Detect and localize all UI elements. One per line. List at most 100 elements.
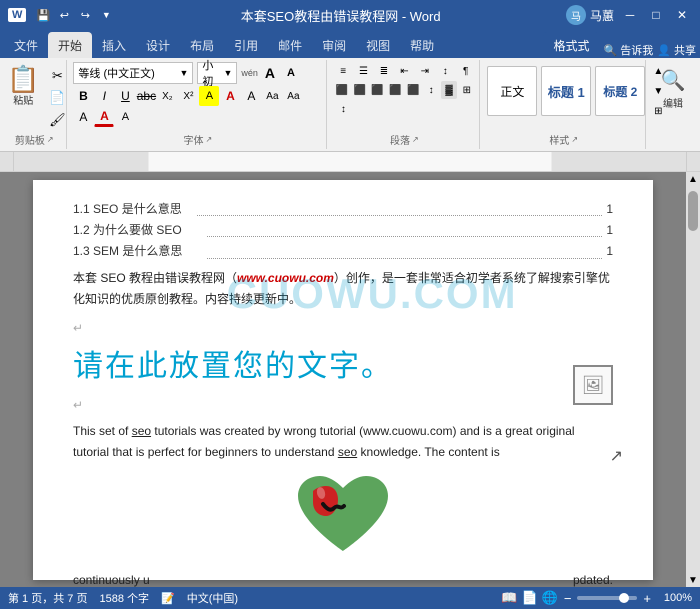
font-buttons-row: B I U abc X₂ X² A A A Aa Aa A A A <box>73 86 322 127</box>
show-formatting-button[interactable]: ¶ <box>456 62 475 80</box>
tab-home[interactable]: 开始 <box>48 32 92 58</box>
cut-button[interactable]: ✂ <box>47 66 67 86</box>
paste-button[interactable]: 📋 粘贴 <box>1 62 45 111</box>
strikethrough-button[interactable]: abc <box>136 86 156 106</box>
image-placeholder[interactable]: 🖼 <box>573 365 613 405</box>
increase-indent-button[interactable]: ⇥ <box>415 62 434 80</box>
styles-group: 正文 标题 1 标题 2 ▲ ▼ ⊞ 样式 ↗ <box>482 60 646 149</box>
tab-file[interactable]: 文件 <box>4 32 48 58</box>
scroll-up-button[interactable]: ▲ <box>686 172 700 186</box>
tab-insert[interactable]: 插入 <box>92 32 136 58</box>
clipboard-label: 剪贴板 ↗ <box>6 130 62 147</box>
text-color[interactable]: A <box>115 107 135 127</box>
tab-format[interactable]: 格式式 <box>543 32 599 58</box>
align-left-button[interactable]: ⬛ <box>333 81 350 99</box>
ruler-right <box>686 152 700 171</box>
italic-button[interactable]: I <box>94 86 114 106</box>
status-right: 📖 📄 🌐 − + 100% <box>501 590 692 606</box>
multilevel-list-button[interactable]: ≣ <box>374 62 393 80</box>
web-view-button[interactable]: 🌐 <box>542 590 558 606</box>
numbered-list-button[interactable]: ☰ <box>354 62 373 80</box>
scroll-thumb[interactable] <box>688 191 698 231</box>
close-button[interactable]: ✕ <box>672 5 692 25</box>
tab-view[interactable]: 视图 <box>356 32 400 58</box>
minimize-button[interactable]: ─ <box>620 5 640 25</box>
zoom-level[interactable]: 100% <box>657 592 692 604</box>
tab-mailings[interactable]: 邮件 <box>268 32 312 58</box>
customize-icon[interactable]: ▼ <box>97 6 115 24</box>
font-size-selector[interactable]: 小初 ▼ <box>197 62 237 84</box>
clipboard-group: 📋 粘贴 ✂ 📄 🖌 剪贴板 ↗ <box>2 60 67 149</box>
subscript-button[interactable]: X₂ <box>157 86 177 106</box>
font-group: 等线 (中文正文) ▼ 小初 ▼ wén A A B I U abc X₂ <box>69 60 327 149</box>
align-right-button[interactable]: ⬛ <box>369 81 386 99</box>
justify-button[interactable]: ⬛ <box>387 81 404 99</box>
sort-button[interactable]: ↕ <box>436 62 455 80</box>
format-painter-button[interactable]: 🖌 <box>47 110 67 130</box>
zoom-minus-button[interactable]: − <box>564 591 572 606</box>
copy-button[interactable]: 📄 <box>47 88 67 108</box>
align-distribute-button[interactable]: ⬛ <box>405 81 422 99</box>
text-highlight-color[interactable]: A <box>94 107 114 127</box>
font-name-selector[interactable]: 等线 (中文正文) ▼ <box>73 62 193 84</box>
tab-layout[interactable]: 布局 <box>180 32 224 58</box>
quick-access-toolbar: 💾 ↩ ↪ ▼ <box>34 6 115 24</box>
tab-design[interactable]: 设计 <box>136 32 180 58</box>
bullet-list-button[interactable]: ≡ <box>333 62 352 80</box>
restore-button[interactable]: □ <box>646 5 666 25</box>
page-view-button[interactable]: 📄 <box>521 590 537 606</box>
font-expand-icon[interactable]: ↗ <box>206 135 213 144</box>
font-group-content: 等线 (中文正文) ▼ 小初 ▼ wén A A B I U abc X₂ <box>73 62 322 127</box>
para-spacing-button[interactable]: ↕ <box>333 100 353 118</box>
font-color-button[interactable]: A <box>220 86 240 106</box>
clear-format-button[interactable]: Aa <box>262 86 282 106</box>
tab-help[interactable]: 帮助 <box>400 32 444 58</box>
style-heading1[interactable]: 标题 1 <box>541 66 591 116</box>
style-heading2[interactable]: 标题 2 <box>595 66 645 116</box>
search-edit-button[interactable]: 🔍 编辑 <box>657 66 690 112</box>
styles-expand-icon[interactable]: ↗ <box>571 135 578 144</box>
style-normal[interactable]: 正文 <box>487 66 537 116</box>
bottom-split-text: continuously u pdated. <box>73 571 613 587</box>
shading-button[interactable]: ▓ <box>441 81 458 99</box>
borders-button[interactable]: ⊞ <box>458 81 475 99</box>
align-center-button[interactable]: ⬛ <box>351 81 368 99</box>
document-title: 本套SEO教程由错误教程网 - Word <box>115 6 566 25</box>
share-button[interactable]: 👤 共享 <box>657 42 696 58</box>
font-name-value: 等线 (中文正文) <box>78 65 154 81</box>
font-dropdown-icon: ▼ <box>179 68 188 78</box>
change-case-button[interactable]: Aa <box>283 86 303 106</box>
scroll-down-button[interactable]: ▼ <box>686 573 700 587</box>
superscript-button[interactable]: X² <box>178 86 198 106</box>
redo-icon[interactable]: ↪ <box>76 6 94 24</box>
intro-link[interactable]: www.cuowu.com <box>237 271 334 285</box>
underline-button[interactable]: U <box>115 86 135 106</box>
text-effect-button[interactable]: A <box>73 107 93 127</box>
image-icon: 🖼 <box>582 371 605 400</box>
toc-dots-1 <box>197 197 602 216</box>
paragraph-expand-icon[interactable]: ↗ <box>412 135 419 144</box>
clipboard-expand-icon[interactable]: ↗ <box>47 135 54 144</box>
bottom-right-text: pdated. <box>573 571 613 587</box>
highlight-button[interactable]: A <box>199 86 219 106</box>
bottom-right-value: pdated. <box>573 573 613 587</box>
read-view-button[interactable]: 📖 <box>501 590 517 606</box>
font-size-decrease-button[interactable]: A <box>281 63 301 83</box>
cursor-arrow: ↗ <box>610 444 623 470</box>
vertical-scrollbar[interactable]: ▲ ▼ <box>686 172 700 587</box>
document-area[interactable]: 1.1 SEO 是什么意思 1 1.2 为什么要做 SEO 1 1.3 SEM … <box>0 172 686 587</box>
zoom-plus-button[interactable]: + <box>643 591 651 606</box>
font-shade-button[interactable]: A <box>241 86 261 106</box>
tab-references[interactable]: 引用 <box>224 32 268 58</box>
undo-icon[interactable]: ↩ <box>55 6 73 24</box>
font-size-increase-button[interactable]: A <box>260 63 280 83</box>
line-spacing-button[interactable]: ↕ <box>423 81 440 99</box>
tab-review[interactable]: 审阅 <box>312 32 356 58</box>
bold-button[interactable]: B <box>73 86 93 106</box>
para-row-3: ↕ <box>333 100 475 118</box>
save-icon[interactable]: 💾 <box>34 6 52 24</box>
tell-me-button[interactable]: 🔍 告诉我 <box>603 42 653 58</box>
decrease-indent-button[interactable]: ⇤ <box>395 62 414 80</box>
font-size-adjust: wén A A <box>241 62 301 84</box>
status-left: 第 1 页，共 7 页 1588 个字 📝 中文(中国) <box>8 590 238 606</box>
